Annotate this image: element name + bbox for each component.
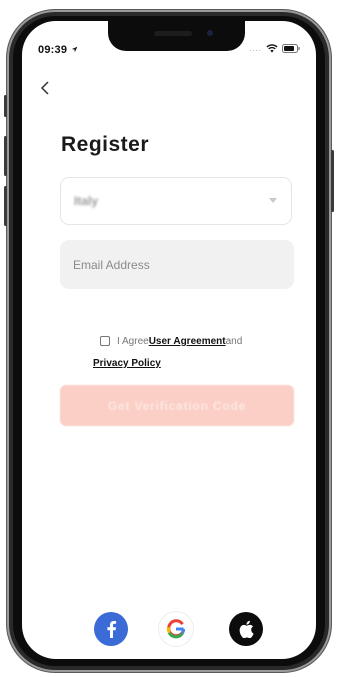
- app-screen: 09:39 .... Register Italy I Agree User A…: [22, 21, 316, 659]
- email-input[interactable]: [60, 240, 294, 289]
- power-button: [331, 150, 334, 212]
- status-indicators: ....: [249, 44, 300, 53]
- signal-icon: ....: [249, 44, 262, 53]
- facebook-icon: [107, 621, 117, 638]
- email-field[interactable]: [60, 240, 294, 289]
- agree-prefix: I Agree: [117, 335, 149, 347]
- country-select[interactable]: Italy: [60, 177, 292, 225]
- google-icon: [166, 619, 186, 639]
- apple-icon: [239, 620, 254, 638]
- country-value: Italy: [74, 194, 99, 208]
- mute-switch: [4, 95, 7, 117]
- front-camera: [207, 30, 213, 36]
- speaker-grille: [154, 31, 192, 36]
- user-agreement-link[interactable]: User Agreement: [149, 336, 226, 347]
- privacy-row: Privacy Policy: [93, 353, 161, 371]
- agree-checkbox[interactable]: [100, 336, 110, 346]
- status-time: 09:39: [38, 44, 78, 56]
- volume-up-button: [4, 136, 7, 176]
- status-time-text: 09:39: [38, 44, 68, 56]
- wifi-icon: [266, 44, 278, 53]
- apple-login-button[interactable]: [229, 612, 263, 646]
- social-login-row: [22, 612, 316, 648]
- privacy-policy-link[interactable]: Privacy Policy: [93, 358, 161, 369]
- volume-down-button: [4, 186, 7, 226]
- location-arrow-icon: [72, 46, 78, 53]
- page-title: Register: [61, 133, 150, 156]
- get-verification-code-button[interactable]: Get Verification Code: [60, 385, 294, 426]
- facebook-login-button[interactable]: [94, 612, 128, 646]
- notch: [108, 21, 245, 51]
- google-login-button[interactable]: [159, 612, 193, 646]
- battery-icon: [282, 44, 300, 53]
- and-text: and: [225, 335, 243, 347]
- agreement-row: I Agree User Agreement and: [100, 334, 242, 348]
- chevron-left-icon[interactable]: [38, 80, 54, 96]
- chevron-down-icon: [269, 198, 277, 203]
